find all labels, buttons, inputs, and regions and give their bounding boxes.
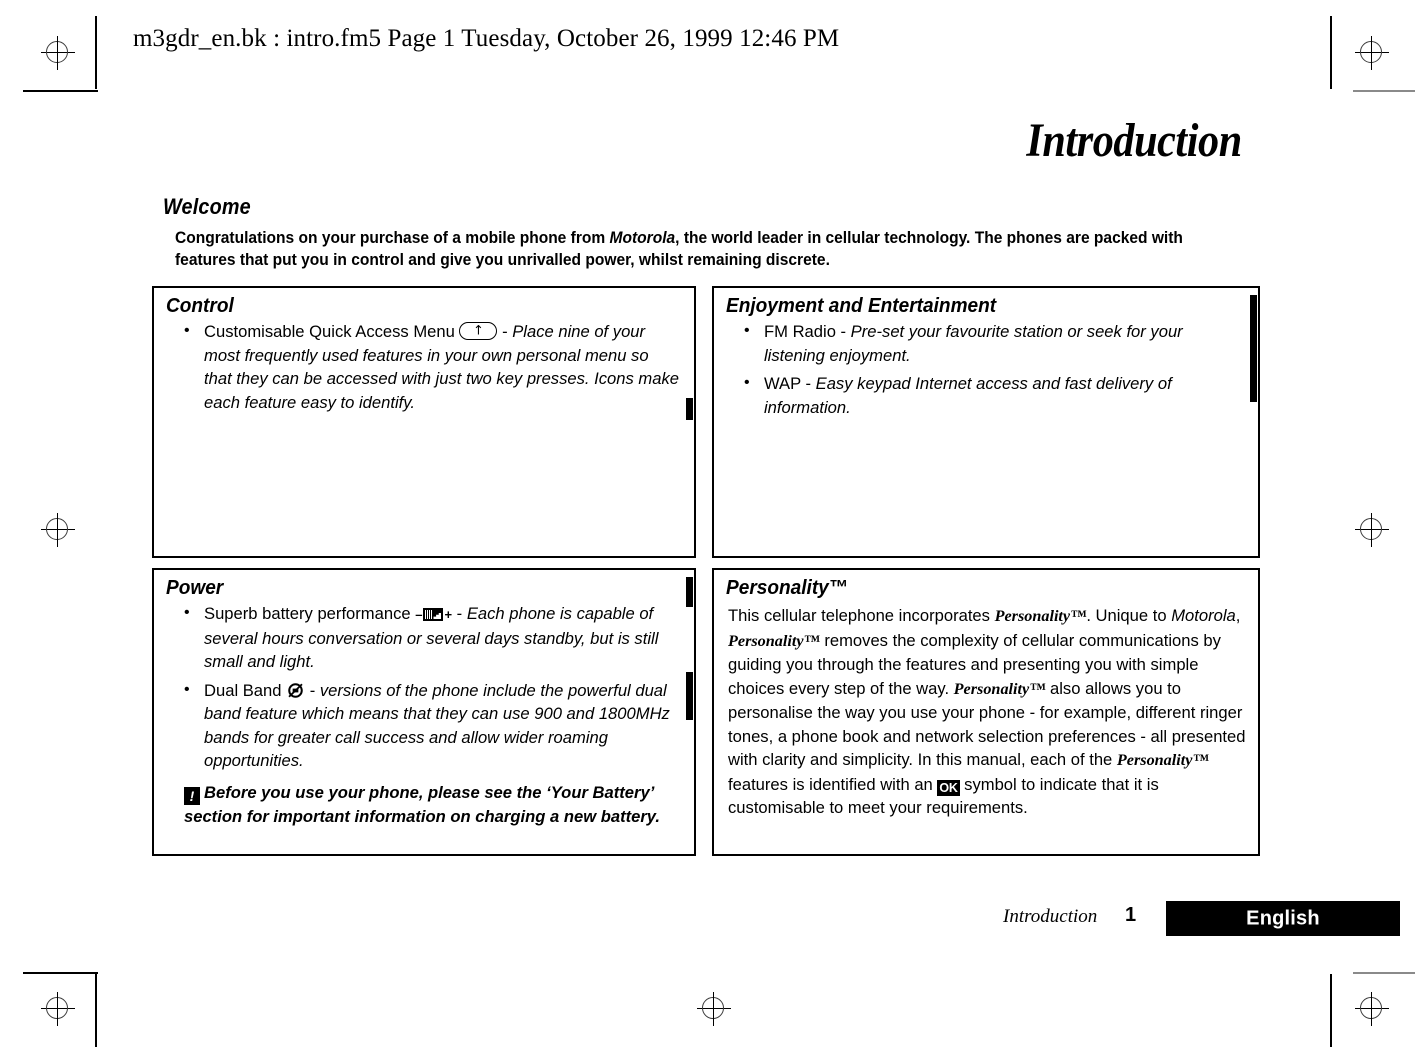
personality-brand: Personality™ [953, 679, 1046, 698]
crop-mark-top-left-vertical [95, 16, 97, 89]
power-feature-list: Superb battery performance –+ - Each pho… [166, 601, 680, 773]
feature-box-control: Control Customisable Quick Access Menu ↑… [152, 286, 696, 558]
personality-text-3: , [1235, 606, 1241, 625]
personality-heading: Personality™ [726, 576, 848, 599]
personality-text-2: . Unique to [1086, 606, 1172, 625]
warning-exclamation-icon: ! [184, 786, 200, 805]
control-item-dash: - [497, 322, 513, 341]
registration-mark-top-left [41, 36, 75, 70]
crop-mark-bottom-right-vertical [1330, 974, 1332, 1047]
registration-mark-bottom-center [697, 992, 731, 1026]
registration-mark-top-right [1355, 36, 1389, 70]
crop-mark-top-left-horizontal [23, 90, 98, 92]
personality-text-1: This cellular telephone incorporates [728, 606, 995, 625]
power-item0-lead: Superb battery performance [204, 604, 416, 623]
enjoyment-body: FM Radio - Pre-set your favourite statio… [726, 319, 1244, 419]
motorola-brand: Motorola [609, 229, 676, 247]
welcome-paragraph: Congratulations on your purchase of a mo… [175, 227, 1189, 271]
ok-badge-icon: OK [937, 779, 960, 796]
change-bar [1250, 295, 1257, 402]
quick-access-menu-icon: ↑ [459, 322, 498, 340]
list-item: FM Radio - Pre-set your favourite statio… [726, 319, 1244, 367]
personality-text-6: features is identified with an [728, 774, 938, 794]
feature-box-enjoyment: Enjoyment and Entertainment FM Radio - P… [712, 286, 1260, 558]
power-heading: Power [166, 576, 224, 599]
footer-language-bar: English [1166, 901, 1400, 936]
enjoyment-heading: Enjoyment and Entertainment [726, 294, 997, 317]
feature-box-personality: Personality™ This cellular telephone inc… [712, 568, 1260, 856]
control-item-lead: Customisable Quick Access Menu [204, 322, 460, 341]
list-item: Customisable Quick Access Menu ↑ - Place… [166, 319, 680, 414]
control-heading: Control [166, 294, 234, 317]
enjoyment-item1-desc: Easy keypad Internet access and fast del… [764, 374, 1172, 417]
power-body: Superb battery performance –+ - Each pho… [166, 601, 680, 829]
battery-level-icon: – + [415, 607, 453, 622]
control-feature-list: Customisable Quick Access Menu ↑ - Place… [166, 319, 680, 414]
motorola-brand: Motorola [1171, 606, 1236, 625]
registration-mark-left-middle [41, 513, 75, 547]
registration-mark-right-middle [1355, 513, 1389, 547]
registration-mark-bottom-right [1355, 992, 1389, 1026]
feature-box-power: Power Superb battery performance –+ - Ea… [152, 568, 696, 856]
personality-brand: Personality™ [1116, 751, 1209, 769]
change-bar [686, 672, 693, 720]
battery-warning-text: Before you use your phone, please see th… [184, 782, 661, 826]
page-title: Introduction [1026, 114, 1243, 167]
print-header-line: m3gdr_en.bk : intro.fm5 Page 1 Tuesday, … [133, 25, 840, 52]
footer-language-label: English [1246, 907, 1320, 929]
change-bar [686, 398, 693, 420]
list-item: WAP - Easy keypad Internet access and fa… [726, 371, 1244, 419]
footer-section-name: Introduction [1003, 906, 1098, 927]
welcome-text-1: Congratulations on your purchase of a mo… [175, 229, 610, 247]
enjoyment-item1-lead: WAP - [764, 374, 816, 393]
change-bar [686, 577, 693, 607]
power-item1-lead: Dual Band [204, 680, 287, 700]
control-body: Customisable Quick Access Menu ↑ - Place… [166, 319, 680, 414]
power-item0-dash: - [452, 604, 467, 623]
crop-mark-bottom-left-vertical [95, 974, 97, 1047]
dual-band-icon [286, 681, 305, 700]
personality-brand: Personality™ [728, 631, 820, 650]
personality-brand: Personality™ [994, 607, 1087, 625]
list-item: Superb battery performance –+ - Each pho… [166, 601, 680, 674]
personality-paragraph: This cellular telephone incorporates Per… [728, 604, 1258, 820]
registration-mark-bottom-left [41, 992, 75, 1026]
enjoyment-feature-list: FM Radio - Pre-set your favourite statio… [726, 319, 1244, 419]
list-item: Dual Band - versions of the phone includ… [166, 678, 680, 773]
enjoyment-item0-lead: FM Radio - [764, 322, 851, 341]
welcome-heading: Welcome [163, 194, 251, 219]
footer-page-number: 1 [1125, 904, 1137, 926]
crop-mark-bottom-left-horizontal [23, 972, 98, 974]
crop-mark-top-right-vertical [1330, 16, 1332, 89]
power-item1-dash: - [305, 680, 320, 700]
battery-warning-note: ! Before you use your phone, please see t… [184, 781, 680, 829]
crop-mark-top-right-horizontal [1353, 90, 1415, 92]
crop-mark-bottom-right-horizontal [1353, 972, 1415, 974]
